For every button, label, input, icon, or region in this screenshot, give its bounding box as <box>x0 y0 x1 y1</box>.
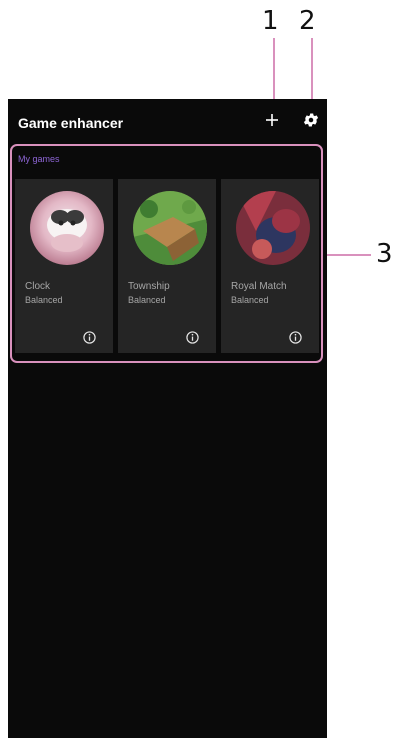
callout-line-1 <box>273 38 275 104</box>
game-card-clock[interactable]: Clock Balanced <box>15 179 113 353</box>
game-icon-royal-match <box>236 191 310 265</box>
callout-number-2: 2 <box>299 6 316 36</box>
game-mode: Balanced <box>231 295 269 305</box>
game-icon-township <box>133 191 207 265</box>
game-card-royal-match[interactable]: Royal Match Balanced <box>221 179 319 353</box>
callout-number-1: 1 <box>262 6 279 36</box>
gear-icon[interactable] <box>302 111 320 129</box>
game-icon-clock <box>30 191 104 265</box>
callout-line-2 <box>311 38 313 104</box>
info-icon[interactable] <box>186 331 199 344</box>
info-icon[interactable] <box>83 331 96 344</box>
game-name: Clock <box>25 281 51 292</box>
game-enhancer-screen: Game enhancer My games Clock Balanced To… <box>8 99 327 738</box>
game-mode: Balanced <box>128 295 166 305</box>
callout-number-3: 3 <box>376 239 393 269</box>
my-games-label: My games <box>18 154 60 164</box>
plus-icon[interactable] <box>264 112 280 128</box>
callout-line-3 <box>325 254 371 256</box>
game-name: Township <box>128 281 170 292</box>
page-title: Game enhancer <box>18 115 124 131</box>
game-card-township[interactable]: Township Balanced <box>118 179 216 353</box>
info-icon[interactable] <box>289 331 302 344</box>
game-name: Royal Match <box>231 281 287 292</box>
game-mode: Balanced <box>25 295 63 305</box>
